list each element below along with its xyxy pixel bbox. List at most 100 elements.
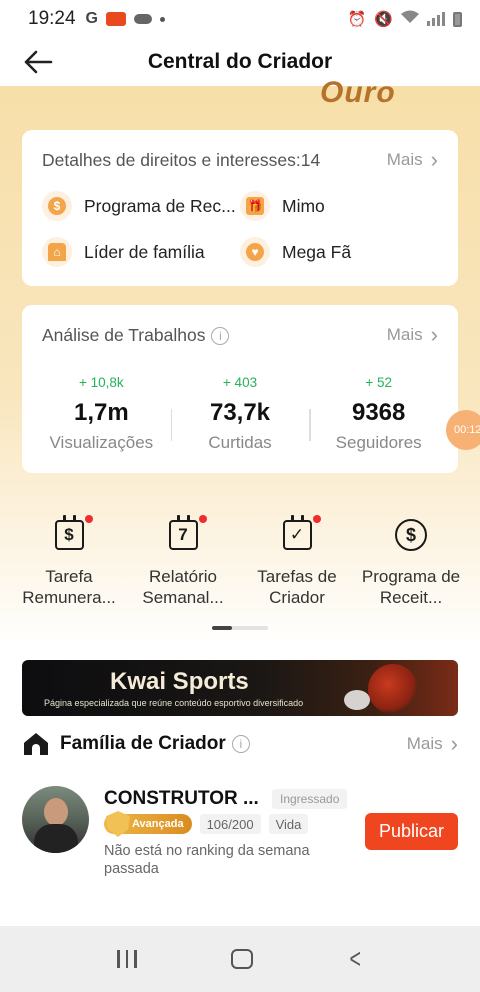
- rights-more-link[interactable]: Mais ›: [387, 149, 438, 171]
- task-label: Relatório Semanal...: [142, 567, 224, 607]
- stat-value: 73,7k: [209, 399, 271, 426]
- stat-views[interactable]: + 10,8k 1,7m Visualizações: [32, 375, 171, 453]
- stat-delta: + 10,8k: [79, 375, 124, 390]
- cloud-icon: [134, 14, 152, 24]
- gift-icon: 🎁: [240, 191, 270, 221]
- home-button[interactable]: [230, 949, 253, 969]
- creator-level-text: Ouro: [320, 76, 396, 109]
- back-button[interactable]: [18, 44, 58, 80]
- google-icon: G: [85, 10, 98, 27]
- analysis-more-link[interactable]: Mais ›: [387, 324, 438, 346]
- category-pill: Vida: [268, 814, 309, 834]
- task-programa-receita[interactable]: $ Programa de Receit...: [354, 512, 468, 608]
- mute-icon: 🔇: [374, 11, 393, 28]
- dollar-circle-icon: $: [395, 519, 427, 551]
- player-graphic: [368, 664, 418, 714]
- family-member-row[interactable]: CONSTRUTOR ... Ingressado Avançada 106/2…: [22, 786, 458, 877]
- level-badge-label: Avançada: [132, 818, 184, 830]
- stat-label: Seguidores: [335, 433, 422, 452]
- right-item-label: Programa de Rec...: [84, 195, 236, 216]
- stat-label: Visualizações: [49, 433, 154, 452]
- notification-dot: [313, 515, 321, 523]
- system-back-button[interactable]: <: [349, 943, 360, 975]
- task-label: Tarefas de Criador: [257, 567, 337, 607]
- arrow-left-icon: [24, 50, 53, 74]
- family-more-link[interactable]: Mais ›: [407, 733, 458, 755]
- right-item-mimo[interactable]: 🎁 Mimo: [240, 190, 438, 222]
- member-tags: Avançada 106/200 Vida: [104, 811, 309, 837]
- status-left-icons: G: [86, 10, 165, 28]
- chevron-right-icon: ›: [430, 147, 438, 172]
- carousel-pager: [212, 626, 268, 630]
- status-bar: 19:24 G ⏰ 🔇: [0, 0, 480, 38]
- stat-likes[interactable]: + 403 73,7k Curtidas: [170, 375, 310, 453]
- analysis-title: Análise de Trabalhos i: [42, 324, 230, 346]
- level-badge: Avançada: [104, 811, 192, 837]
- shield-icon: [106, 811, 130, 837]
- dollar-coin-icon: $: [42, 191, 72, 221]
- task-shortcuts: $ Tarefa Remunera... 7 Relatório Semanal…: [0, 512, 480, 608]
- family-more-label: Mais: [406, 734, 443, 753]
- task-label: Tarefa Remunera...: [22, 567, 116, 607]
- notification-dot: [85, 515, 93, 523]
- banner-title: Kwai Sports: [110, 668, 249, 695]
- record-icon: [106, 12, 126, 26]
- info-icon[interactable]: i: [231, 735, 250, 753]
- calendar-check-icon: ✓: [282, 515, 312, 550]
- progress-pill: 106/200: [199, 814, 261, 834]
- stat-label: Curtidas: [208, 433, 272, 452]
- family-title: Família de Criador: [60, 733, 226, 754]
- right-item-label: Líder de família: [84, 241, 205, 262]
- calendar-dollar-icon: $: [54, 515, 84, 550]
- ball-graphic: [344, 690, 370, 710]
- recents-button[interactable]: [117, 950, 137, 968]
- status-right-icons: ⏰ 🔇: [348, 10, 462, 28]
- page-title: Central do Criador: [147, 50, 333, 73]
- system-nav-bar: <: [0, 926, 480, 992]
- calendar-seven-icon: 7: [168, 515, 198, 550]
- floating-timer-bubble[interactable]: 00:12: [446, 410, 480, 450]
- task-tarefas-criador[interactable]: ✓ Tarefas de Criador: [240, 512, 354, 608]
- member-name: CONSTRUTOR ...: [104, 788, 259, 809]
- chevron-right-icon: ›: [450, 731, 458, 756]
- rights-title: Detalhes de direitos e interesses:14: [42, 149, 321, 170]
- info-icon[interactable]: i: [211, 326, 230, 345]
- publish-button[interactable]: Publicar: [365, 813, 458, 850]
- right-item-lider[interactable]: ⌂ Líder de família: [42, 236, 240, 268]
- status-time: 19:24: [28, 8, 76, 29]
- app-header: Central do Criador: [0, 38, 480, 86]
- signal-icon: [427, 12, 445, 26]
- family-house-icon: ⌂: [42, 237, 72, 267]
- right-item-label: Mega Fã: [282, 241, 352, 262]
- wifi-icon: [401, 10, 419, 28]
- stat-delta: + 52: [365, 375, 392, 390]
- analysis-more-label: Mais: [386, 325, 423, 344]
- fan-user-icon: ♥: [240, 237, 270, 267]
- task-label: Programa de Receit...: [361, 567, 461, 607]
- analysis-title-text: Análise de Trabalhos: [42, 324, 206, 345]
- battery-icon: [453, 11, 462, 27]
- stat-followers[interactable]: + 52 9368 Seguidores: [309, 375, 448, 453]
- banner-subtitle: Página especializada que reúne conteúdo …: [44, 698, 304, 708]
- task-tarefa-remunerada[interactable]: $ Tarefa Remunera...: [12, 512, 126, 608]
- kwai-sports-banner[interactable]: Kwai Sports Página especializada que reú…: [22, 660, 458, 716]
- dot-icon: [160, 16, 165, 22]
- avatar[interactable]: [22, 786, 89, 853]
- rights-more-label: Mais: [386, 150, 423, 169]
- family-house-icon: [24, 733, 48, 755]
- rights-card: Detalhes de direitos e interesses:14 Mai…: [22, 130, 458, 286]
- analysis-card: Análise de Trabalhos i Mais › + 10,8k 1,7…: [22, 305, 458, 473]
- task-relatorio-semanal[interactable]: 7 Relatório Semanal...: [126, 512, 240, 608]
- ranking-note: Não está no ranking da semana passada: [104, 843, 310, 877]
- joined-badge: Ingressado: [272, 789, 348, 809]
- stat-value: 1,7m: [73, 399, 129, 426]
- stat-value: 9368: [351, 399, 406, 426]
- stat-delta: + 403: [222, 375, 258, 390]
- right-item-programa[interactable]: $ Programa de Rec...: [42, 190, 240, 222]
- right-item-mega-fa[interactable]: ♥ Mega Fã: [240, 236, 438, 268]
- right-item-label: Mimo: [282, 195, 325, 216]
- family-section-header: Família de Criador i Mais ›: [22, 728, 458, 760]
- chevron-right-icon: ›: [430, 322, 438, 347]
- notification-dot: [199, 515, 207, 523]
- alarm-icon: ⏰: [347, 11, 367, 28]
